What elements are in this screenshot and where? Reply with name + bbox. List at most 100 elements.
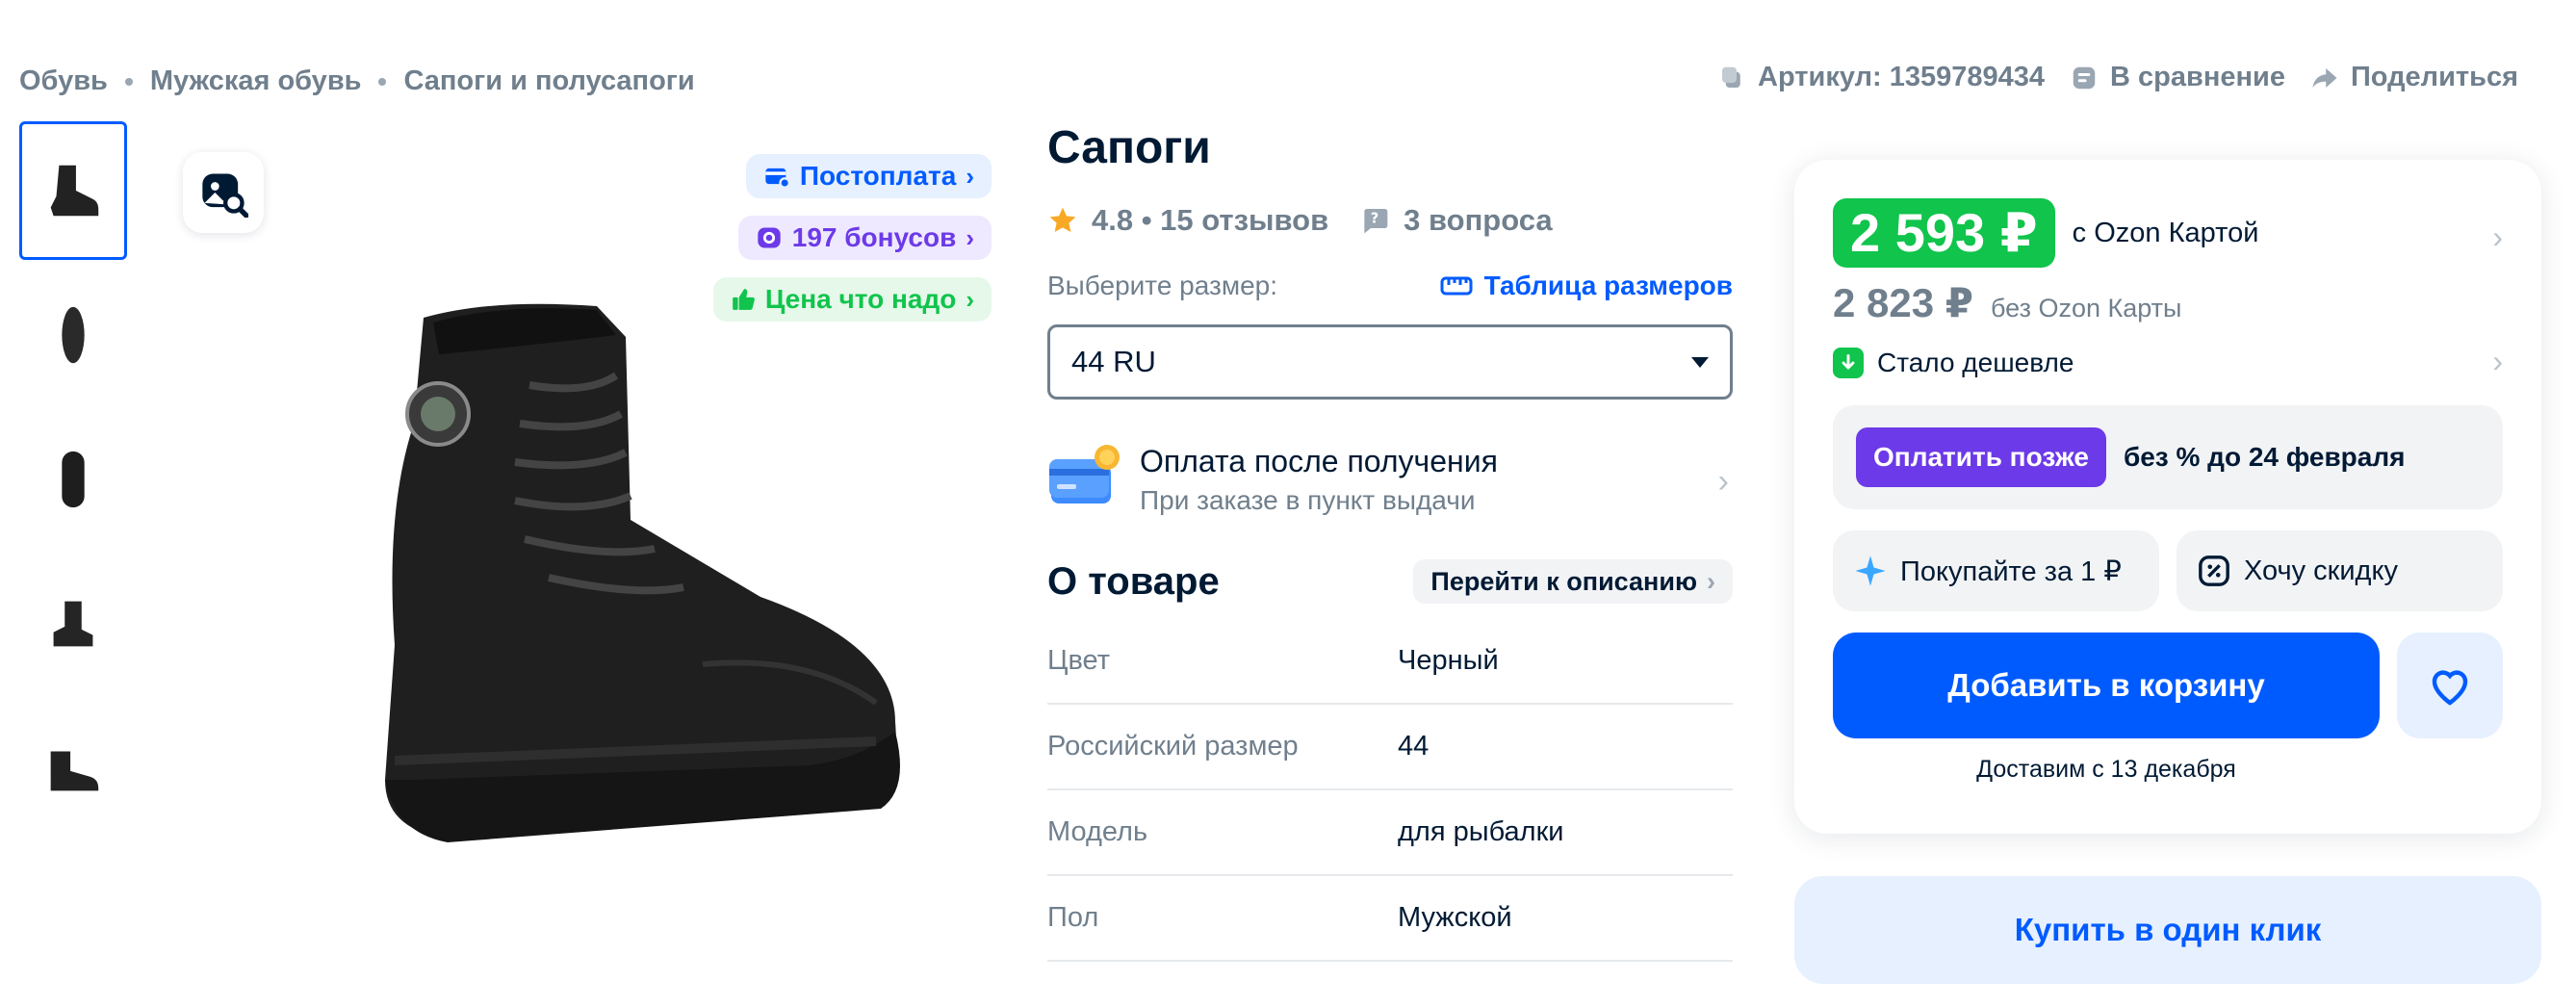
question-icon: ? [1364, 209, 1388, 234]
add-to-cart-button[interactable]: Добавить в корзину [1833, 633, 2380, 738]
size-selected-value: 44 RU [1071, 345, 1156, 378]
price-ok-label: Цена что надо [764, 284, 957, 314]
share-icon [2312, 67, 2337, 88]
postpay-subtitle: При заказе в пункт выдачи [1140, 484, 1476, 515]
spec-row: Пол Мужской [1047, 876, 1733, 962]
price-card: 2 593 ₽ с Ozon Картой › 2 823 ₽ без Ozon… [1794, 160, 2541, 834]
card-price-note: с Ozon Картой [2072, 217, 2259, 248]
thumbnail-5[interactable] [19, 699, 127, 838]
goto-description-button[interactable]: Перейти к описанию › [1413, 559, 1733, 604]
boot-front-thumbnail-icon [62, 451, 85, 508]
article-label: Артикул: 1359789434 [1758, 62, 2046, 92]
image-search-icon [202, 173, 248, 218]
thumbnail-1[interactable] [19, 121, 127, 260]
image-search-button[interactable] [183, 152, 264, 233]
price-drop-row[interactable]: Стало дешевле › [1833, 344, 2503, 378]
boot-thumbnail-icon [50, 165, 99, 217]
price-ok-badge[interactable]: Цена что надо › [712, 277, 992, 322]
chevron-right-icon: › [966, 284, 974, 314]
price-drop-label: Стало дешевле [1877, 348, 2074, 377]
top-actions: Артикул: 1359789434 В сравнение Поделить… [1717, 62, 2518, 93]
caret-down-icon [1691, 356, 1709, 368]
want-discount-button[interactable]: Хочу скидку [2177, 530, 2503, 611]
thumbnail-2[interactable] [19, 266, 127, 404]
breadcrumb: Обувь Мужская обувь Сапоги и полусапоги [19, 65, 695, 97]
thumbnail-4[interactable] [19, 555, 127, 693]
regular-price-row: 2 823 ₽ без Ozon Карты [1833, 279, 2503, 326]
want-discount-label: Хочу скидку [2244, 555, 2398, 586]
spec-row: Цвет Черный [1047, 619, 1733, 705]
spec-row: Модель для рыбалки [1047, 790, 1733, 876]
article-copy[interactable]: Артикул: 1359789434 [1717, 62, 2045, 93]
pay-later-button[interactable]: Оплатить позже [1856, 427, 2106, 487]
star-icon [1049, 207, 1076, 233]
pay-later-text: без % до 24 февраля [2123, 442, 2406, 472]
product-title: Сапоги [1047, 122, 1211, 173]
spec-key: Цвет [1047, 645, 1110, 676]
breadcrumb-item[interactable]: Сапоги и полусапоги [403, 65, 694, 97]
pay-later-row[interactable]: Оплатить позже без % до 24 февраля [1833, 405, 2503, 509]
thumbnail-3[interactable] [19, 410, 127, 549]
postpay-label: Постоплата [799, 161, 957, 191]
spec-key: Российский размер [1047, 731, 1299, 762]
postpay-icon [765, 168, 790, 189]
bonus-label: 197 бонусов [791, 222, 957, 252]
buy-one-click-button[interactable]: Купить в один клик [1794, 876, 2541, 984]
spec-key: Модель [1047, 816, 1148, 847]
badge-stack: Постоплата › 197 бонусов › Цена что надо… [712, 154, 992, 322]
product-image-area[interactable]: Постоплата › 197 бонусов › Цена что надо… [173, 144, 992, 992]
boot-back-thumbnail-icon [53, 601, 93, 647]
buy-for-1-button[interactable]: Покупайте за 1 ₽ [1833, 530, 2159, 611]
size-table-link[interactable]: Таблица размеров [1440, 271, 1733, 301]
copy-icon [1722, 66, 1740, 88]
regular-price-note: без Ozon Карты [1991, 294, 2182, 323]
breadcrumb-separator [378, 77, 387, 86]
compare-button[interactable]: В сравнение [2070, 62, 2285, 93]
boot-sole-thumbnail-icon [62, 306, 85, 364]
thumbs-up-icon [733, 289, 755, 310]
size-table-label: Таблица размеров [1483, 271, 1733, 300]
card-price-row[interactable]: 2 593 ₽ с Ozon Картой › [1833, 198, 2503, 268]
postpay-title: Оплата после получения [1140, 443, 1498, 478]
compare-label: В сравнение [2110, 62, 2285, 92]
breadcrumb-item[interactable]: Обувь [19, 65, 108, 97]
spec-value: для рыбалки [1398, 816, 1564, 847]
compare-icon [2073, 66, 2096, 89]
postpay-info[interactable]: Оплата после получения При заказе в пунк… [1047, 442, 1733, 517]
rating-row: 4.8 • 15 отзывов ? 3 вопроса [1047, 203, 1733, 238]
postpay-badge[interactable]: Постоплата › [745, 154, 992, 198]
card-coin-icon [1049, 445, 1120, 504]
heart-icon [2432, 670, 2468, 706]
share-button[interactable]: Поделиться [2310, 62, 2518, 93]
favorite-button[interactable] [2397, 633, 2503, 738]
arrow-down-icon [1833, 348, 1864, 378]
size-row: Выберите размер: Таблица размеров [1047, 271, 1733, 301]
promo-pair: Покупайте за 1 ₽ Хочу скидку [1833, 530, 2503, 611]
rating-reviews-link[interactable]: 4.8 • 15 отзывов [1092, 203, 1328, 238]
chevron-right-icon: › [966, 161, 974, 191]
ruler-icon [1440, 276, 1473, 296]
delivery-date: Доставим с 13 декабря [1976, 756, 2236, 783]
chevron-right-icon: › [1717, 463, 1729, 500]
chevron-right-icon: › [2492, 219, 2503, 254]
bonus-badge[interactable]: 197 бонусов › [737, 216, 992, 260]
spec-value: Мужской [1398, 902, 1512, 933]
thumbnail-list [19, 121, 127, 843]
about-header: О товаре Перейти к описанию › [1047, 559, 1733, 604]
chevron-right-icon: › [966, 222, 974, 252]
breadcrumb-separator [124, 77, 133, 86]
chevron-right-icon: › [2492, 344, 2503, 378]
spec-value: 44 [1398, 731, 1430, 762]
size-select[interactable]: 44 RU [1047, 324, 1733, 400]
share-label: Поделиться [2350, 62, 2518, 92]
product-photo [385, 303, 900, 842]
bonus-icon [758, 227, 781, 248]
spec-value: Черный [1398, 645, 1499, 676]
questions-link[interactable]: 3 вопроса [1404, 203, 1553, 238]
boot-side-thumbnail-icon [50, 751, 99, 791]
spec-row: Российский размер 44 [1047, 705, 1733, 790]
breadcrumb-item[interactable]: Мужская обувь [150, 65, 362, 97]
card-price: 2 593 ₽ [1833, 198, 2055, 268]
chevron-right-icon: › [1707, 566, 1715, 596]
sparkle-icon [1855, 555, 1886, 586]
